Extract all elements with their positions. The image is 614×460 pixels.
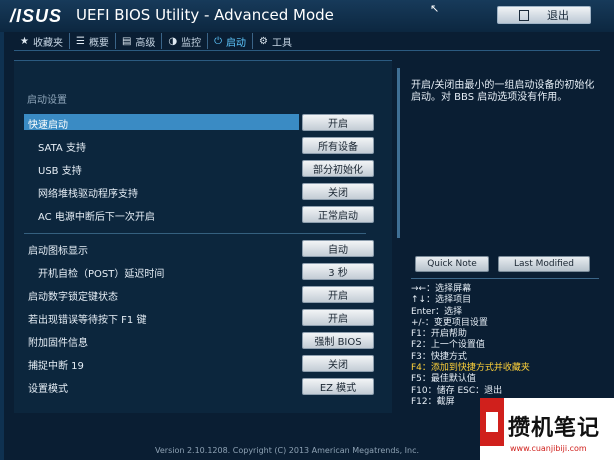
setting-label: 开机自检（POST）延迟时间 [38, 269, 165, 280]
tab-boot[interactable]: ⏻ 启动 [208, 33, 254, 49]
key-hint: F5：最佳默认值 [411, 374, 476, 385]
section-title: 启动设置 [27, 95, 67, 106]
setting-numlock[interactable]: 启动数字锁定键状态 开启 [24, 286, 386, 303]
setting-mode[interactable]: 设置模式 EZ 模式 [24, 378, 386, 395]
setting-label: 设置模式 [28, 384, 68, 395]
setting-post-delay[interactable]: 开机自检（POST）延迟时间 3 秒 [24, 263, 386, 280]
setting-label: SATA 支持 [38, 143, 86, 154]
watermark-text: 攒机笔记 [508, 416, 601, 441]
key-hint: F1：开启帮助 [411, 329, 467, 340]
last-modified-button[interactable]: Last Modified [498, 256, 590, 272]
key-hint-highlighted: F4：添加到快捷方式并收藏夹 [411, 363, 530, 374]
setting-value[interactable]: 开启 [302, 309, 374, 326]
key-hint: Enter：选择 [411, 306, 463, 317]
tab-monitor[interactable]: ◑ 监控 [162, 33, 209, 49]
help-text: 开启/关闭由最小的一组启动设备的初始化启动。对 BBS 启动选项没有作用。 [411, 80, 595, 103]
setting-value[interactable]: 正常启动 [302, 206, 374, 223]
gear-icon: ⚙ [259, 35, 269, 47]
setting-usb-support[interactable]: USB 支持 部分初始化 [24, 160, 386, 177]
main-tabs: ★ 收藏夹 ☰ 概要 ▤ 高级 ◑ 监控 ⏻ 启动 ⚙ 工具 [14, 32, 600, 51]
key-hint: ↑↓：选择项目 [411, 295, 472, 306]
key-hint: F3：快捷方式 [411, 351, 467, 362]
settings-panel: 启动设置 快速启动 开启 SATA 支持 所有设备 USB 支持 部分初始化 网… [14, 60, 392, 413]
setting-value[interactable]: 强制 BIOS [302, 332, 374, 349]
quick-note-button[interactable]: Quick Note [415, 256, 489, 272]
setting-label: AC 电源中断后下一次开启 [38, 212, 155, 223]
setting-sata-support[interactable]: SATA 支持 所有设备 [24, 137, 386, 154]
tab-favorites[interactable]: ★ 收藏夹 [14, 33, 70, 49]
setting-ac-power-loss[interactable]: AC 电源中断后下一次开启 正常启动 [24, 206, 386, 223]
setting-int19[interactable]: 捕捉中断 19 关闭 [24, 355, 386, 372]
help-divider [411, 278, 599, 279]
watermark: 攒机笔记 www.cuanjibiji.com [480, 398, 614, 460]
setting-network-stack[interactable]: 网络堆栈驱动程序支持 关闭 [24, 183, 386, 200]
tab-tool[interactable]: ⚙ 工具 [253, 33, 298, 49]
exit-label: 退出 [547, 9, 569, 22]
watermark-url: www.cuanjibiji.com [510, 444, 587, 453]
setting-label: 附加固件信息 [28, 338, 88, 349]
door-icon [519, 9, 529, 21]
tab-label: 收藏夹 [32, 37, 63, 49]
setting-value[interactable]: 开启 [302, 114, 374, 131]
setting-value[interactable]: 关闭 [302, 355, 374, 372]
tab-label: 启动 [226, 37, 247, 49]
tab-main[interactable]: ☰ 概要 [70, 33, 116, 49]
setting-value[interactable]: 3 秒 [302, 263, 374, 280]
setting-label: 若出现错误等待按下 F1 键 [28, 315, 147, 326]
scrollbar[interactable] [397, 68, 400, 238]
tab-label: 工具 [272, 37, 293, 49]
setting-value[interactable]: 所有设备 [302, 137, 374, 154]
setting-value[interactable]: 关闭 [302, 183, 374, 200]
key-hint: F10：储存 ESC：退出 [411, 385, 503, 396]
setting-wait-f1[interactable]: 若出现错误等待按下 F1 键 开启 [24, 309, 386, 326]
watermark-logo-icon [480, 398, 504, 446]
setting-label: 启动数字锁定键状态 [28, 292, 118, 303]
setting-value[interactable]: 开启 [302, 286, 374, 303]
advanced-icon: ▤ [121, 35, 132, 47]
setting-label: 网络堆栈驱动程序支持 [38, 189, 138, 200]
setting-label: USB 支持 [38, 166, 82, 177]
asus-logo: /ISUS [10, 6, 63, 26]
key-hint: +/-：变更项目设置 [411, 317, 488, 328]
star-icon: ★ [20, 35, 29, 47]
setting-label: 启动图标显示 [28, 246, 88, 257]
key-hint: →←：选择屏幕 [411, 284, 472, 294]
key-legend: →←：选择屏幕 ↑↓：选择项目 Enter：选择 +/-：变更项目设置 F1：开… [411, 284, 601, 408]
setting-value[interactable]: 自动 [302, 240, 374, 257]
title-bar: /ISUS UEFI BIOS Utility - Advanced Mode … [0, 0, 614, 32]
tab-label: 监控 [181, 37, 202, 49]
exit-button[interactable]: 退出 [497, 6, 591, 24]
setting-option-rom[interactable]: 附加固件信息 强制 BIOS [24, 332, 386, 349]
app-title: UEFI BIOS Utility - Advanced Mode [76, 6, 334, 24]
setting-boot-logo[interactable]: 启动图标显示 自动 [24, 240, 386, 257]
setting-fast-boot[interactable]: 快速启动 开启 [24, 114, 386, 131]
list-icon: ☰ [75, 35, 85, 47]
setting-value[interactable]: 部分初始化 [302, 160, 374, 177]
mouse-cursor-icon: ↖ [430, 2, 440, 15]
power-icon: ⏻ [214, 35, 223, 47]
tab-label: 高级 [135, 37, 156, 49]
setting-label: 快速启动 [28, 120, 68, 131]
version-footer: Version 2.10.1208. Copyright (C) 2013 Am… [155, 446, 420, 455]
left-frame [0, 32, 4, 460]
setting-value[interactable]: EZ 模式 [302, 378, 374, 395]
monitor-icon: ◑ [168, 35, 178, 47]
setting-label: 捕捉中断 19 [28, 361, 84, 372]
section-divider [24, 233, 366, 234]
tab-label: 概要 [88, 37, 109, 49]
tab-advanced[interactable]: ▤ 高级 [116, 33, 163, 49]
key-hint: F2：上一个设置值 [411, 340, 485, 351]
